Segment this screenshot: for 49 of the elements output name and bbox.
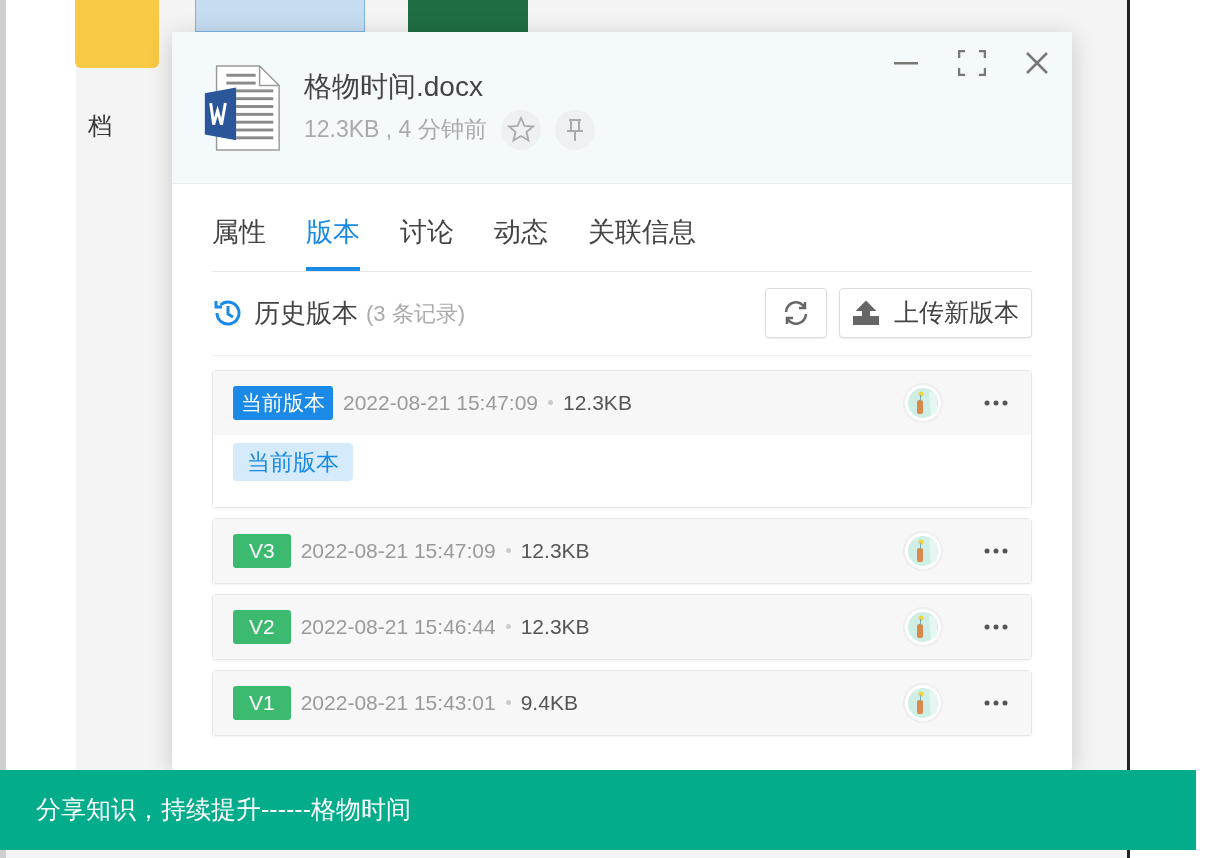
tab[interactable]: 关联信息 (588, 212, 696, 271)
pin-icon[interactable] (554, 109, 595, 150)
tab[interactable]: 讨论 (400, 212, 454, 271)
version-date: 2022-08-21 15:47:09 (300, 537, 496, 564)
dot-separator (505, 624, 511, 629)
word-document-icon (202, 63, 282, 152)
version-size: 12.3KB (520, 613, 590, 640)
version-card[interactable]: 当前版本 2022-08-21 15:47:09 12.3KB 当前版本 (212, 369, 1032, 508)
version-card[interactable]: V2 2022-08-21 15:46:44 12.3KB (212, 593, 1032, 660)
avatar (903, 606, 943, 647)
version-date: 2022-08-21 15:43:01 (300, 689, 496, 716)
word-file-thumbnail[interactable] (195, 0, 365, 32)
upload-button[interactable]: 上传新版本 (839, 288, 1032, 338)
avatar (903, 682, 943, 723)
folder-label[interactable]: 档 (88, 108, 112, 144)
banner-text: 分享知识，持续提升------格物时间 (36, 794, 411, 826)
tab[interactable]: 版本 (306, 212, 360, 271)
version-date: 2022-08-21 15:46:44 (300, 613, 496, 640)
dot-separator (505, 548, 511, 553)
version-card[interactable]: V1 2022-08-21 15:43:01 9.4KB (212, 669, 1032, 736)
more-icon[interactable] (983, 699, 1009, 706)
version-size: 9.4KB (520, 689, 578, 716)
version-date: 2022-08-21 15:47:09 (343, 389, 538, 416)
version-badge: 当前版本 (233, 385, 333, 420)
version-card[interactable]: V3 2022-08-21 15:47:09 12.3KB (212, 517, 1032, 584)
more-icon[interactable] (983, 399, 1009, 406)
avatar (903, 382, 943, 423)
version-badge: V3 (233, 533, 291, 568)
dot-separator (548, 400, 553, 405)
more-icon[interactable] (983, 547, 1009, 554)
version-size: 12.3KB (520, 537, 590, 564)
dot-separator (505, 700, 511, 705)
upload-icon (852, 300, 880, 326)
tab[interactable]: 属性 (212, 212, 266, 271)
refresh-button[interactable] (765, 288, 827, 338)
version-badge: V1 (233, 685, 291, 720)
file-meta: 12.3KB , 4 分钟前 (304, 115, 487, 145)
fullscreen-icon[interactable] (958, 50, 986, 76)
current-version-tag: 当前版本 (233, 442, 353, 481)
history-title: 历史版本 (254, 296, 358, 330)
avatar (903, 530, 943, 571)
version-badge: V2 (233, 609, 291, 644)
file-name: 格物时间.docx (304, 69, 484, 104)
more-icon[interactable] (983, 623, 1009, 630)
excel-file-thumbnail[interactable] (408, 0, 528, 32)
record-count: (3 条记录) (366, 299, 465, 328)
version-size: 12.3KB (563, 389, 632, 416)
close-icon[interactable] (1026, 52, 1048, 74)
tab[interactable]: 动态 (494, 212, 548, 271)
